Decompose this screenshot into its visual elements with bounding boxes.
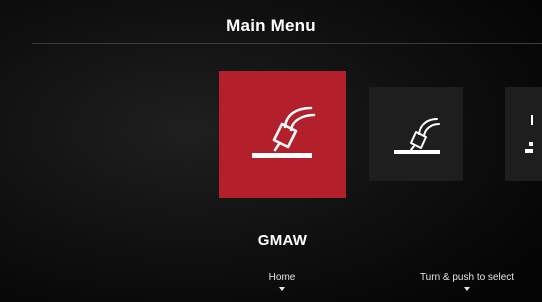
title-divider xyxy=(32,43,542,44)
welding-torch-icon xyxy=(394,118,440,154)
select-hint-label: Turn & push to select xyxy=(419,272,515,283)
caret-down-icon xyxy=(279,287,285,291)
menu-tile-2[interactable] xyxy=(369,87,463,181)
selected-process-label: GMAW xyxy=(257,232,308,249)
gmaw-torch-icon xyxy=(252,106,316,158)
home-label: Home xyxy=(268,272,296,283)
main-menu-screen: Main Menu GMAW Home Turn & push to selec… xyxy=(0,0,542,302)
partial-menu-icon xyxy=(525,115,533,153)
select-hint[interactable]: Turn & push to select xyxy=(408,272,526,291)
page-title: Main Menu xyxy=(226,16,316,35)
caret-down-icon xyxy=(464,287,470,291)
home-button[interactable]: Home xyxy=(252,272,312,291)
menu-tile-3[interactable] xyxy=(505,87,542,181)
menu-tile-gmaw[interactable] xyxy=(219,71,346,198)
